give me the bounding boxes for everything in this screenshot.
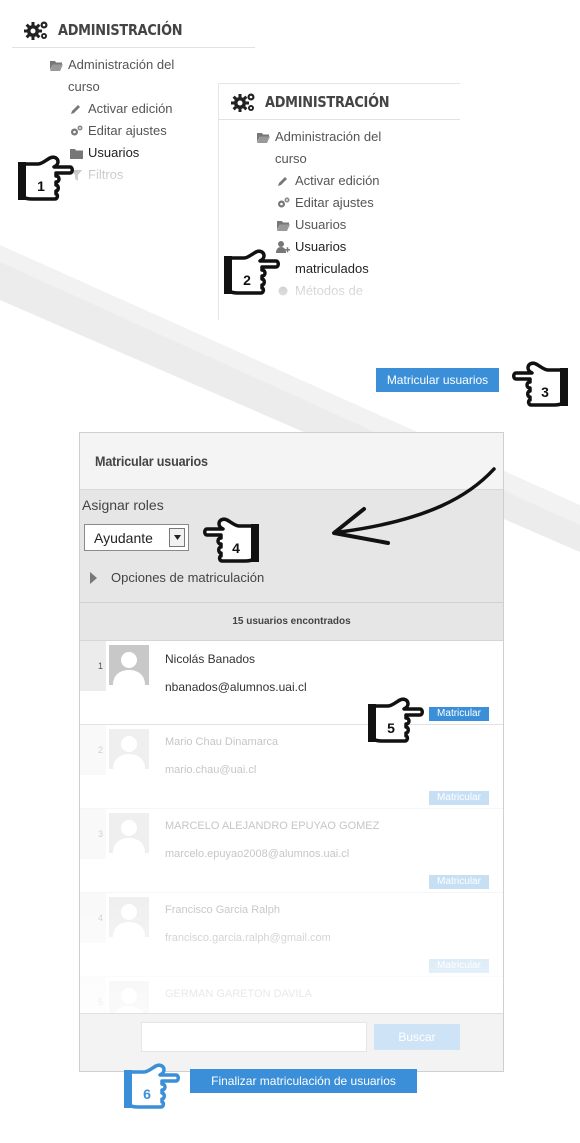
finish-enrolment-button[interactable]: Finalizar matriculación de usuarios — [190, 1069, 417, 1093]
step-number: 4 — [232, 540, 240, 556]
user-name: Mario Chau Dinamarca — [165, 736, 279, 748]
enrol-user-button[interactable]: Matricular — [429, 875, 489, 889]
folder-open-icon — [275, 214, 291, 236]
enrol-options-toggle[interactable]: Opciones de matriculación — [90, 570, 264, 585]
step-number: 2 — [243, 272, 251, 288]
row-number: 4 — [80, 893, 106, 943]
avatar — [109, 813, 149, 853]
enrol-options-label: Opciones de matriculación — [111, 570, 265, 585]
cogs-icon — [68, 120, 84, 142]
tree-item-users[interactable]: Usuarios — [219, 214, 460, 236]
tree-item-course-admin[interactable]: Administración del curso — [12, 54, 197, 98]
tree-item-label: Editar ajustes — [88, 123, 167, 138]
user-email: francisco.garcia.ralph@gmail.com — [165, 932, 331, 944]
user-name: Francisco Garcia Ralph — [165, 904, 280, 916]
user-row: 1 Nicolás Banados nbanados@alumnos.uai.c… — [80, 641, 503, 725]
curved-arrow-icon — [332, 467, 496, 545]
user-row: 2 Mario Chau Dinamarca mario.chau@uai.cl… — [80, 725, 503, 809]
folder-open-icon — [255, 126, 271, 148]
pointing-hand-icon: 5 — [368, 697, 424, 743]
enrol-user-button[interactable]: Matricular — [429, 791, 489, 805]
row-number: 1 — [80, 641, 106, 691]
role-select[interactable]: Ayudante — [84, 524, 189, 551]
user-name: GERMAN GARETON DAVILA — [165, 988, 312, 1000]
tree-item-label: Métodos de — [295, 283, 363, 298]
tree-item-course-admin[interactable]: Administración del curso — [219, 126, 404, 170]
user-email: nbanados@alumnos.uai.cl — [165, 680, 307, 694]
gears-icon — [24, 21, 48, 40]
tree-item-label: Usuarios — [88, 145, 140, 160]
step-number: 5 — [387, 720, 395, 736]
tree-item-label: Usuarios — [295, 217, 347, 232]
avatar — [109, 645, 149, 685]
user-name: Nicolás Banados — [165, 652, 256, 666]
pencil-icon — [275, 170, 291, 192]
chevron-down-icon — [169, 528, 185, 547]
folder-open-icon — [48, 54, 64, 76]
assign-roles-label: Asignar roles — [82, 497, 164, 513]
enrol-user-button[interactable]: Matricular — [429, 959, 489, 973]
search-button[interactable]: Buscar — [374, 1024, 460, 1050]
pencil-icon — [68, 98, 84, 120]
pointing-hand-icon: 1 — [18, 155, 74, 201]
pointing-hand-icon: 6 — [124, 1063, 180, 1109]
avatar — [109, 897, 149, 937]
gears-icon — [231, 93, 255, 112]
enrol-user-button[interactable]: Matricular — [429, 707, 489, 721]
user-name: MARCELO ALEJANDRO EPUYAO GOMEZ — [165, 820, 380, 832]
step-number: 3 — [541, 384, 549, 400]
admin-title: ADMINISTRACIÓN — [265, 92, 390, 111]
admin-panel-header: ADMINISTRACIÓN — [219, 84, 460, 120]
tree-item-label: Administración del curso — [275, 129, 382, 166]
users-found-text: 15 usuarios encontrados — [232, 616, 351, 627]
tree-item-toggle-editing[interactable]: Activar edición — [219, 170, 460, 192]
tree-item-edit-settings[interactable]: Editar ajustes — [219, 192, 460, 214]
user-email: marcelo.epuyao2008@alumnos.uai.cl — [165, 848, 350, 860]
expand-triangle-icon — [90, 571, 97, 584]
tree-item-label: Editar ajustes — [295, 195, 374, 210]
role-select-value: Ayudante — [94, 529, 153, 546]
admin-title: ADMINISTRACIÓN — [58, 20, 183, 39]
avatar — [109, 729, 149, 769]
row-number: 2 — [80, 725, 106, 775]
row-number: 3 — [80, 809, 106, 859]
tree-item-label: Activar edición — [295, 173, 380, 188]
step-number: 1 — [37, 178, 45, 194]
pointing-hand-icon: 4 — [203, 517, 259, 563]
cogs-icon — [275, 192, 291, 214]
admin-panel-header: ADMINISTRACIÓN — [12, 12, 255, 48]
pointing-hand-icon: 3 — [512, 361, 568, 407]
user-row: 4 Francisco Garcia Ralph francisco.garci… — [80, 893, 503, 977]
enrol-users-button[interactable]: Matricular usuarios — [376, 368, 499, 392]
user-email: mario.chau@uai.cl — [165, 764, 257, 776]
tree-item-label: Filtros — [88, 167, 124, 182]
users-found-count: 15 usuarios encontrados — [80, 603, 503, 641]
pointing-hand-icon: 2 — [224, 249, 280, 295]
tree-item-label: Activar edición — [88, 101, 173, 116]
search-input[interactable] — [141, 1022, 367, 1052]
tree-item-label: Administración del curso — [68, 57, 175, 94]
user-row: 3 MARCELO ALEJANDRO EPUYAO GOMEZ marcelo… — [80, 809, 503, 893]
tree-item-label: Usuarios matriculados — [295, 239, 369, 276]
step-number: 6 — [143, 1086, 151, 1102]
dialog-title: Matricular usuarios — [95, 453, 208, 469]
